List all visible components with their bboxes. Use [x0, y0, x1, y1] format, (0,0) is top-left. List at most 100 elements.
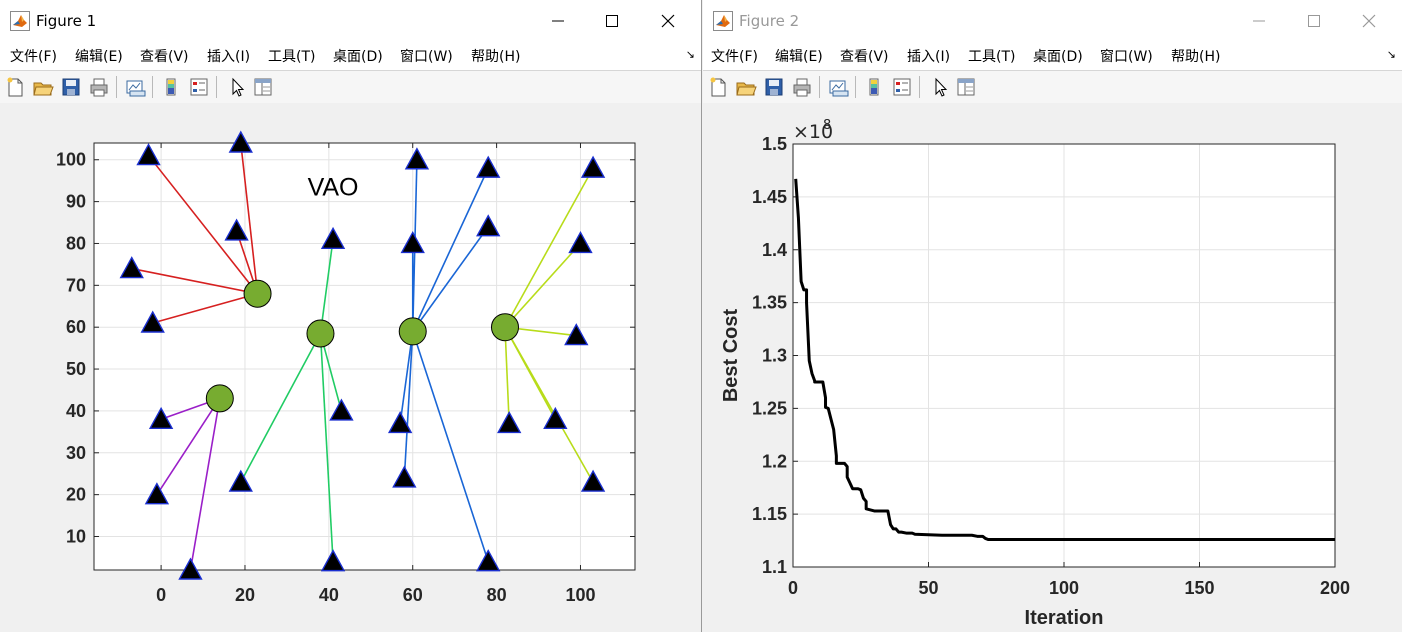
colorbar-button[interactable] [160, 76, 182, 98]
toolbar-separator [855, 76, 856, 98]
legend-button[interactable] [188, 76, 210, 98]
link-plot-button[interactable] [827, 76, 849, 98]
x-tick-label: 20 [235, 585, 255, 605]
pointer-button[interactable] [226, 76, 248, 98]
save-button[interactable] [60, 76, 82, 98]
menu-bar: 文件(F) 编辑(E) 查看(V) 插入(I) 工具(T) 桌面(D) 窗口(W… [703, 42, 1402, 70]
property-editor-button[interactable] [252, 76, 274, 98]
menu-view[interactable]: 查看(V) [140, 46, 189, 66]
y-tick-label: 1.35 [752, 293, 787, 313]
menu-insert[interactable]: 插入(I) [207, 46, 250, 66]
maximize-icon [606, 15, 618, 27]
colorbar-icon [166, 78, 176, 96]
y-tick-label: 90 [66, 192, 86, 212]
x-tick-label: 0 [788, 578, 798, 598]
new-file-button[interactable] [707, 76, 729, 98]
y-tick-label: 50 [66, 359, 86, 379]
save-icon [765, 78, 783, 96]
menu-edit[interactable]: 编辑(E) [775, 46, 823, 66]
new-file-icon [7, 77, 23, 97]
minimize-icon [1253, 20, 1265, 22]
menu-overflow-icon[interactable]: ↘ [1387, 48, 1396, 61]
close-button[interactable] [1347, 6, 1393, 36]
minimize-button[interactable] [536, 6, 582, 36]
y-tick-label: 20 [66, 485, 86, 505]
minimize-icon [552, 20, 564, 22]
menu-desktop[interactable]: 桌面(D) [1033, 46, 1083, 66]
title-bar[interactable]: Figure 2 [703, 0, 1402, 42]
property-editor-button[interactable] [955, 76, 977, 98]
toolbar-separator [116, 76, 117, 98]
open-folder-button[interactable] [735, 76, 757, 98]
menu-overflow-icon[interactable]: ↘ [686, 48, 695, 61]
toolbar [703, 70, 1402, 104]
figure-window-2[interactable]: Figure 2 文件(F) 编辑(E) 查看(V) 插入(I) 工具(T) 桌… [703, 0, 1402, 632]
close-button[interactable] [646, 6, 692, 36]
scatter-chart[interactable]: 0 20 40 60 80 100 10 20 30 40 50 60 70 80 90 100 VAO [0, 103, 700, 632]
menu-edit[interactable]: 编辑(E) [75, 46, 123, 66]
title-bar[interactable]: Figure 1 [0, 0, 701, 42]
menu-file[interactable]: 文件(F) [10, 46, 57, 66]
print-button[interactable] [791, 76, 813, 98]
y-tick-label: 1.25 [752, 398, 787, 418]
new-file-button[interactable] [4, 76, 26, 98]
toolbar [0, 70, 701, 104]
close-icon [1362, 14, 1376, 28]
menu-tools[interactable]: 工具(T) [268, 46, 315, 66]
line-chart[interactable]: 0 50 100 150 200 1.1 1.15 1.2 1.25 1.3 1.35 1.4 1.45… [703, 103, 1402, 632]
menu-help[interactable]: 帮助(H) [471, 46, 520, 66]
toolbar-separator [919, 76, 920, 98]
maximize-button[interactable] [590, 6, 636, 36]
new-file-icon [710, 77, 726, 97]
save-icon [62, 78, 80, 96]
menu-bar: 文件(F) 编辑(E) 查看(V) 插入(I) 工具(T) 桌面(D) 窗口(W… [0, 42, 701, 70]
close-icon [661, 14, 675, 28]
maximize-icon [1308, 15, 1320, 27]
x-tick-label: 100 [565, 585, 595, 605]
y-tick-label: 1.3 [762, 346, 787, 366]
cluster-center [490, 313, 519, 342]
link-plot-button[interactable] [124, 76, 146, 98]
print-icon [90, 78, 108, 97]
x-axis-label: Iteration [1025, 607, 1104, 629]
link-plot-icon [829, 80, 849, 97]
menu-tools[interactable]: 工具(T) [968, 46, 1015, 66]
menu-window[interactable]: 窗口(W) [400, 46, 453, 66]
maximize-button[interactable] [1292, 6, 1338, 36]
toolbar-separator [819, 76, 820, 98]
print-button[interactable] [88, 76, 110, 98]
menu-window[interactable]: 窗口(W) [1100, 46, 1153, 66]
open-folder-icon [736, 82, 757, 96]
menu-desktop[interactable]: 桌面(D) [333, 46, 383, 66]
cluster-center [205, 384, 234, 413]
property-editor-icon [254, 78, 272, 96]
y-tick-label: 40 [66, 401, 86, 421]
cluster-center [398, 317, 427, 346]
y-tick-label: 1.15 [752, 504, 787, 524]
property-editor-icon [957, 78, 975, 96]
figure-window-1[interactable]: Figure 1 文件(F) 编辑(E) 查看(V) 插入(I) 工具(T) 桌… [0, 0, 702, 632]
x-tick-label: 0 [156, 585, 166, 605]
window-title: Figure 2 [739, 12, 800, 30]
open-folder-icon [33, 82, 54, 96]
legend-button[interactable] [891, 76, 913, 98]
minimize-button[interactable] [1237, 6, 1283, 36]
chart-title: VAO [308, 173, 359, 201]
menu-file[interactable]: 文件(F) [711, 46, 758, 66]
menu-insert[interactable]: 插入(I) [907, 46, 950, 66]
colorbar-button[interactable] [863, 76, 885, 98]
menu-help[interactable]: 帮助(H) [1171, 46, 1220, 66]
legend-icon [893, 78, 911, 96]
colorbar-icon [869, 78, 879, 96]
figure-canvas[interactable]: 0 20 40 60 80 100 10 20 30 40 50 60 70 80 90 100 VAO [0, 103, 701, 632]
open-folder-button[interactable] [32, 76, 54, 98]
window-title: Figure 1 [36, 12, 97, 30]
y-tick-label: 10 [66, 527, 86, 547]
pointer-icon [232, 77, 245, 97]
menu-view[interactable]: 查看(V) [840, 46, 889, 66]
y-tick-label: 1.2 [762, 451, 787, 471]
save-button[interactable] [763, 76, 785, 98]
y-tick-label: 60 [66, 317, 86, 337]
pointer-button[interactable] [929, 76, 951, 98]
figure-canvas[interactable]: 0 50 100 150 200 1.1 1.15 1.2 1.25 1.3 1.35 1.4 1.45… [703, 103, 1402, 632]
